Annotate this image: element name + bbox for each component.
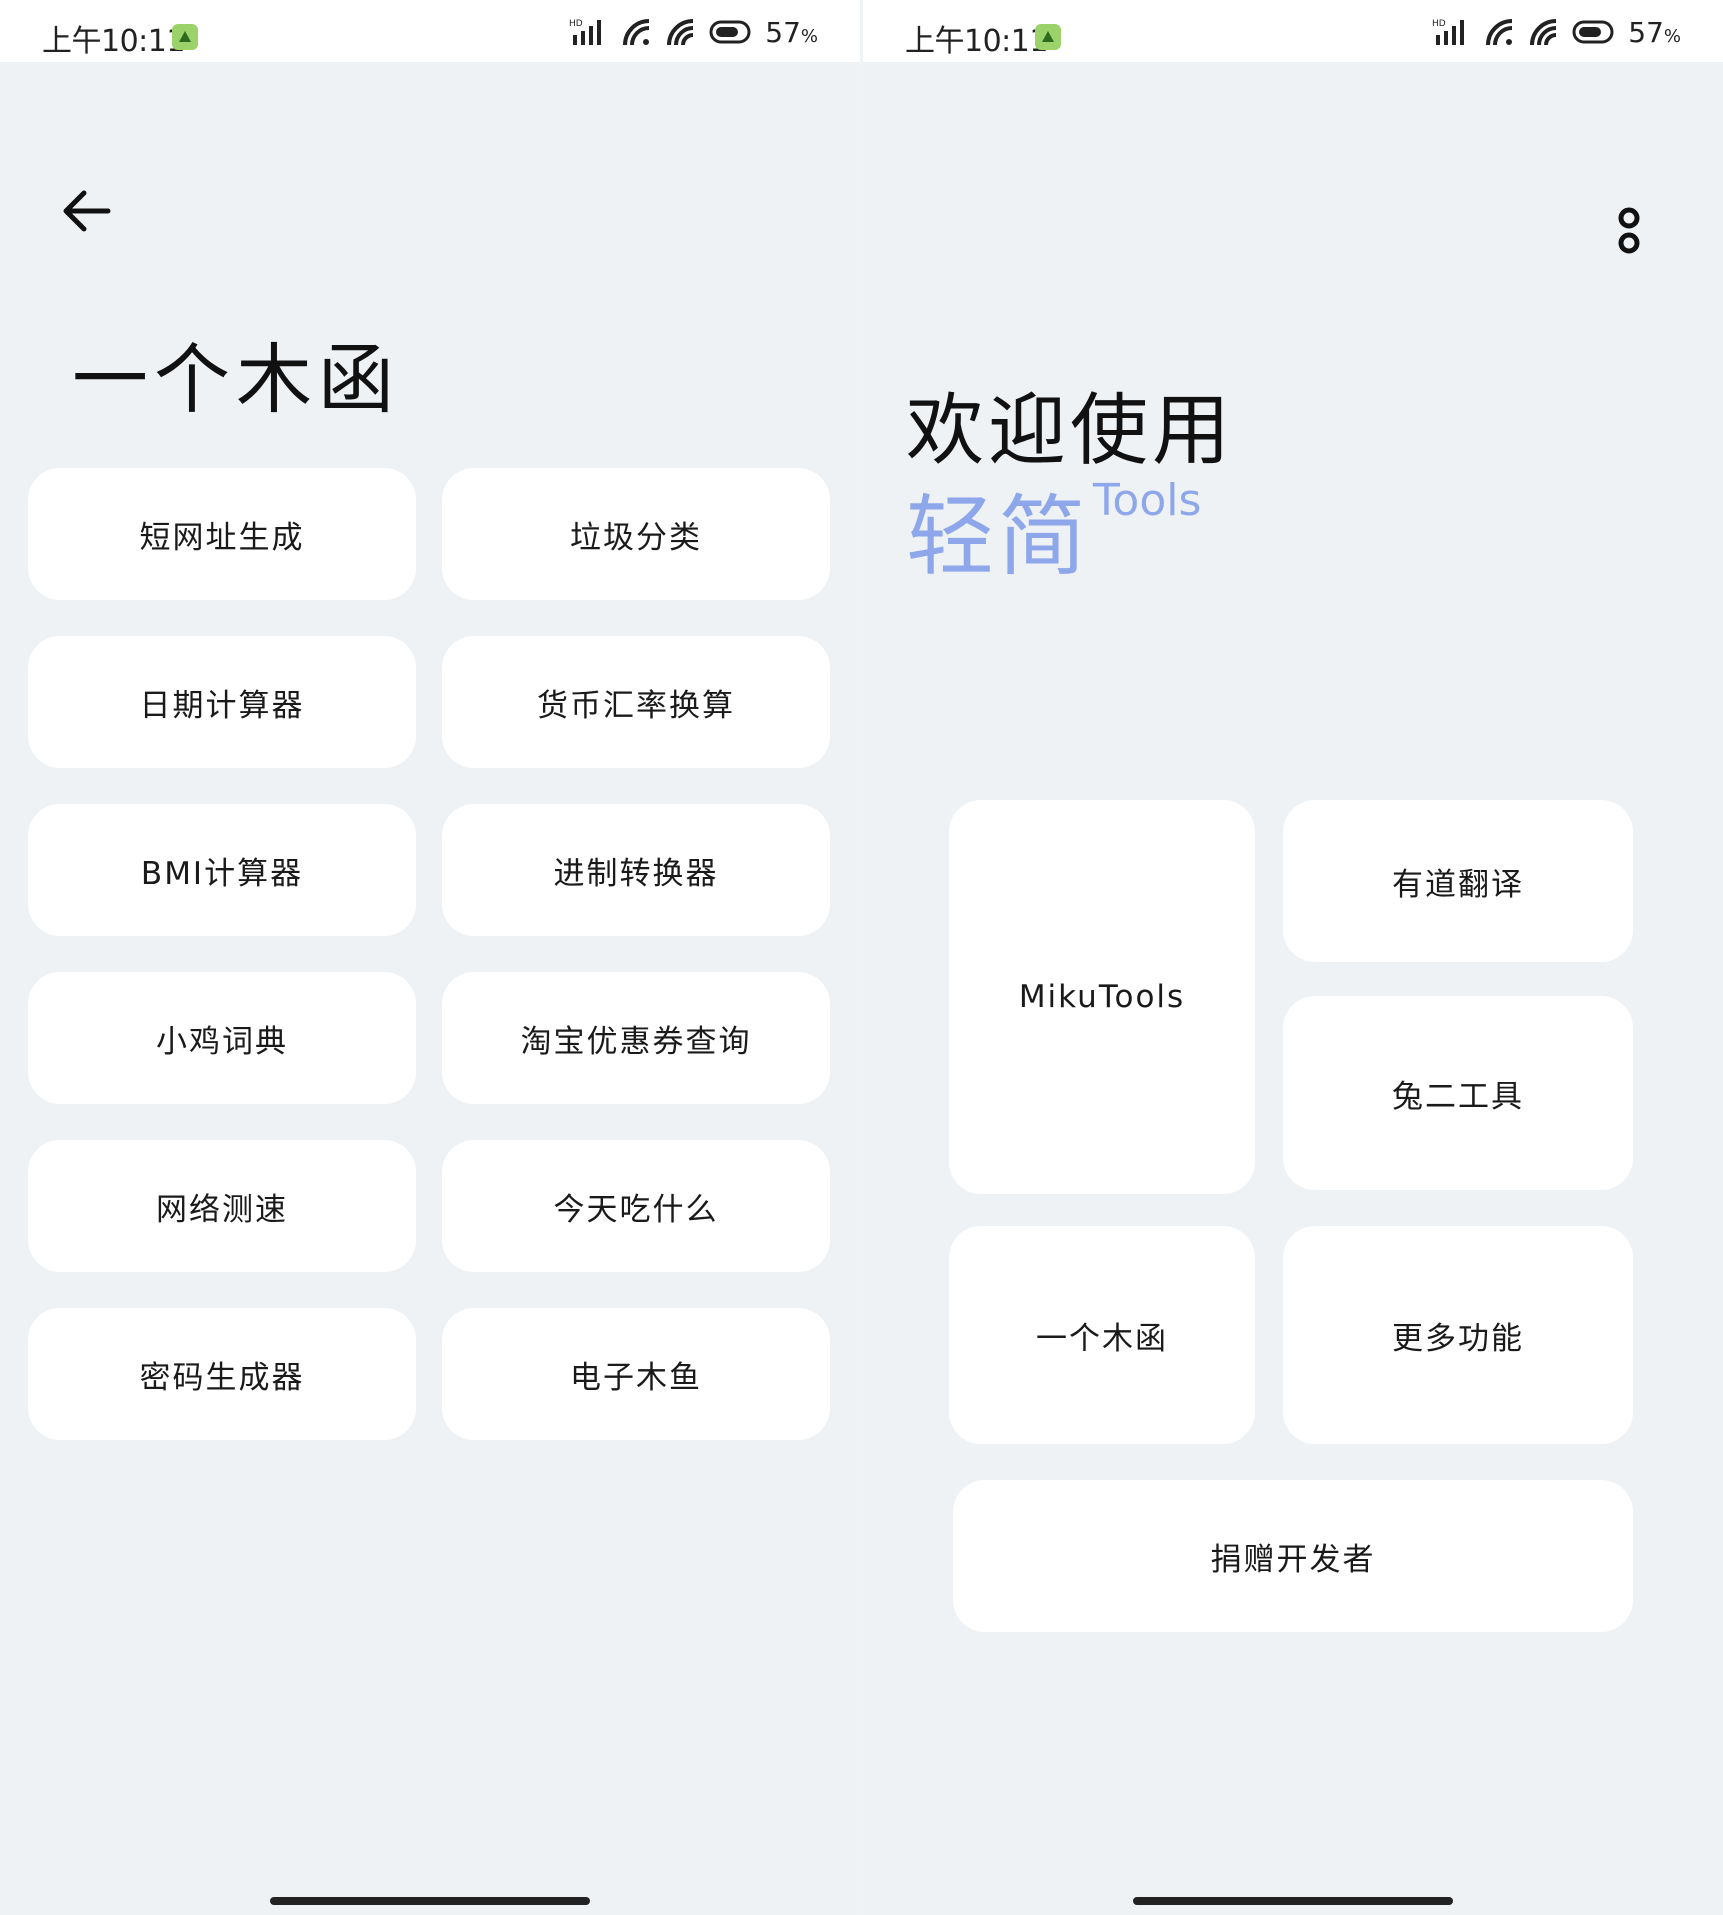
status-indicators: HD 57% [1432, 14, 1681, 50]
battery-icon [1572, 20, 1614, 44]
home-indicator[interactable] [1133, 1897, 1453, 1905]
signal-icon [623, 19, 650, 46]
welcome-heading: 欢迎使用 [906, 386, 1235, 476]
wifi-icon [667, 19, 694, 46]
tool-date-calculator-button[interactable]: 日期计算器 [28, 636, 416, 768]
svg-text:HD: HD [1432, 19, 1446, 29]
home-indicator[interactable] [270, 1897, 590, 1905]
left-screen: 上午10:11 HD 57% 一个木函 短网址生成 垃圾分类 日期计算器 货币汇… [0, 0, 860, 1915]
tool-wooden-fish-button[interactable]: 电子木鱼 [442, 1308, 830, 1440]
wifi-icon [1530, 19, 1557, 46]
cellular-signal-icon: HD [1432, 19, 1465, 45]
tool-bmi-calculator-button[interactable]: BMI计算器 [28, 804, 416, 936]
status-time: 上午10:11 [905, 24, 1048, 59]
tool-password-generator-button[interactable]: 密码生成器 [28, 1308, 416, 1440]
tool-short-url-button[interactable]: 短网址生成 [28, 468, 416, 600]
tool-xiaoji-dictionary-button[interactable]: 小鸡词典 [28, 972, 416, 1104]
more-options-icon[interactable] [1615, 205, 1643, 257]
donate-developer-button[interactable]: 捐赠开发者 [953, 1480, 1633, 1632]
youdao-translate-button[interactable]: 有道翻译 [1283, 800, 1633, 962]
status-bar: 上午10:11 HD 57% [0, 0, 860, 62]
right-screen: 上午10:11 HD 57% 欢迎使用 轻简 Tools MikuTools 有… [863, 0, 1723, 1915]
battery-percent: 57% [1628, 15, 1681, 49]
brand-name-cn: 轻简 [906, 485, 1091, 588]
app-notification-icon [172, 24, 198, 50]
tuer-tools-button[interactable]: 兔二工具 [1283, 996, 1633, 1190]
brand-name-en: Tools [1093, 475, 1202, 526]
battery-icon [709, 20, 751, 44]
tool-taobao-coupon-button[interactable]: 淘宝优惠券查询 [442, 972, 830, 1104]
tool-what-to-eat-button[interactable]: 今天吃什么 [442, 1140, 830, 1272]
muhan-button[interactable]: 一个木函 [949, 1226, 1255, 1444]
tool-currency-converter-button[interactable]: 货币汇率换算 [442, 636, 830, 768]
back-arrow-icon[interactable] [60, 185, 112, 237]
tool-garbage-sort-button[interactable]: 垃圾分类 [442, 468, 830, 600]
app-notification-icon [1035, 24, 1061, 50]
page-title: 一个木函 [72, 335, 400, 424]
tool-base-converter-button[interactable]: 进制转换器 [442, 804, 830, 936]
more-features-button[interactable]: 更多功能 [1283, 1226, 1633, 1444]
cellular-signal-icon: HD [569, 19, 602, 45]
tool-speed-test-button[interactable]: 网络测速 [28, 1140, 416, 1272]
mikutools-button[interactable]: MikuTools [949, 800, 1255, 1194]
status-indicators: HD 57% [569, 14, 818, 50]
svg-text:HD: HD [569, 19, 583, 29]
status-time: 上午10:11 [42, 24, 185, 59]
status-bar: 上午10:11 HD 57% [863, 0, 1723, 62]
signal-icon [1486, 19, 1513, 46]
battery-percent: 57% [765, 15, 818, 49]
